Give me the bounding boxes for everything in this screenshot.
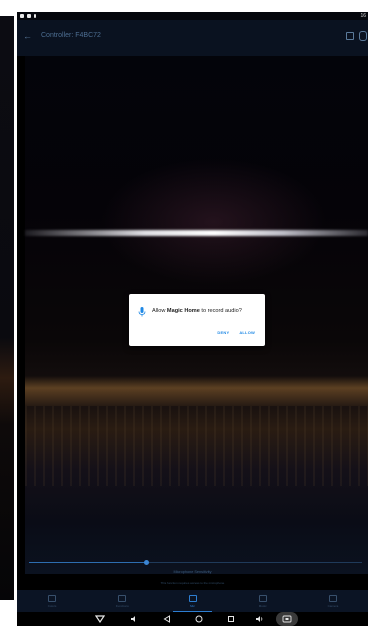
tab-music[interactable]: Music	[228, 590, 298, 612]
tab-label: Colors	[47, 603, 57, 608]
camera-icon	[328, 594, 337, 602]
background-window-strip	[0, 16, 14, 600]
back-arrow-icon[interactable]: ←	[23, 30, 33, 42]
screencast-icon[interactable]	[276, 612, 298, 626]
volume-up-icon[interactable]	[252, 612, 266, 626]
device-screen: 16 ← Controller: F4BC72 Allow Magic Home…	[17, 12, 368, 626]
status-notifications	[20, 12, 36, 20]
back-icon[interactable]	[160, 612, 174, 626]
sensitivity-hint: This function requires access to the mic…	[160, 581, 225, 585]
notification-icon	[34, 14, 36, 18]
status-clock: 16	[360, 13, 366, 19]
dialog-message-prefix: Allow	[152, 308, 167, 314]
dialog-actions: DENY ALLOW	[217, 329, 255, 337]
sensitivity-slider[interactable]	[29, 560, 362, 565]
volume-down-icon[interactable]	[127, 612, 141, 626]
tab-colors[interactable]: Colors	[17, 590, 87, 612]
slider-thumb[interactable]	[144, 560, 149, 565]
tab-label: Mic	[190, 603, 195, 608]
notification-icon	[20, 14, 24, 18]
status-bar: 16	[17, 12, 368, 20]
triangle-down-icon[interactable]	[93, 612, 107, 626]
home-icon	[48, 594, 57, 602]
allow-button[interactable]: ALLOW	[239, 329, 255, 337]
music-icon	[258, 594, 267, 602]
slider-fill	[29, 562, 146, 563]
app-bar: ← Controller: F4BC72	[17, 20, 368, 56]
tab-label: Functions	[115, 603, 129, 608]
sensitivity-label: Microphone Sensitivity	[173, 570, 212, 574]
app-title: Controller: F4BC72	[41, 32, 101, 39]
dialog-app-name: Magic Home	[166, 308, 200, 314]
dialog-message-suffix: to record audio?	[199, 308, 242, 314]
system-nav-bar	[17, 612, 368, 626]
dialog-message: Allow Magic Home to record audio?	[152, 306, 242, 316]
microphone-icon	[138, 307, 146, 317]
deny-button[interactable]: DENY	[217, 329, 229, 337]
tab-mic[interactable]: Mic	[157, 590, 227, 612]
tab-functions[interactable]: Functions	[87, 590, 157, 612]
notification-icon	[27, 14, 31, 18]
tab-camera[interactable]: Camera	[298, 590, 368, 612]
functions-icon	[118, 594, 127, 602]
water-reflections	[25, 406, 368, 486]
permission-dialog: Allow Magic Home to record audio? DENY A…	[129, 294, 265, 346]
tab-label: Music	[258, 603, 267, 608]
tab-label: Camera	[327, 603, 339, 608]
power-icon[interactable]	[359, 31, 367, 41]
bottom-tab-bar: Colors Functions Mic Music Camera	[17, 590, 368, 612]
light-streak	[25, 230, 368, 236]
recents-icon[interactable]	[224, 612, 238, 626]
microphone-icon	[188, 594, 197, 602]
edit-icon[interactable]	[346, 32, 354, 40]
home-icon[interactable]	[192, 612, 206, 626]
horizon-glow	[25, 376, 368, 406]
